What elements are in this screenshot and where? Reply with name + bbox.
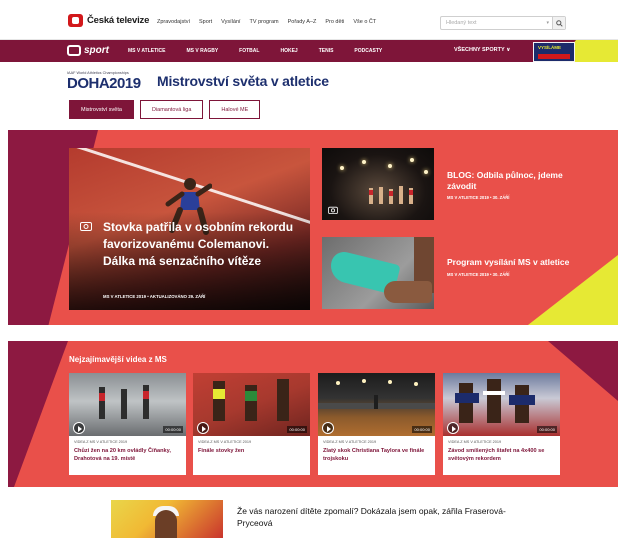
side-story-title[interactable]: BLOG: Odbila půlnoc, jdeme závodit: [447, 170, 577, 191]
video-title[interactable]: Chůzi žen na 20 km ovládly Číňanky, Drah…: [74, 447, 182, 463]
article-image[interactable]: [111, 500, 223, 538]
ct-nav-item-sport[interactable]: Sport: [199, 19, 212, 25]
camera-icon: [328, 206, 338, 214]
sport-brand-name: sport: [84, 45, 109, 56]
story-updated-label: AKTUALIZOVÁNO: [149, 294, 187, 299]
ct-sport-logo-icon: [67, 45, 81, 56]
side-story-program[interactable]: Program vysílání MS v atletice MS V ATLE…: [447, 257, 577, 277]
chevron-down-icon[interactable]: ▾: [546, 20, 549, 26]
side-story-image-program[interactable]: [322, 237, 434, 309]
sport-nav: MS V ATLETICE MS V RAGBY FOTBAL HOKEJ TE…: [128, 48, 403, 54]
sport-nav-hockey[interactable]: HOKEJ: [280, 48, 297, 54]
side-story-meta: MS V ATLETICE 2019 • 30. ZÁŘÍ: [447, 195, 510, 200]
video-duration: 00:00:00: [163, 426, 183, 433]
play-icon[interactable]: [73, 422, 85, 434]
sport-nav-rugby[interactable]: MS V RAGBY: [187, 48, 219, 54]
ct-logo-icon: [68, 14, 83, 27]
video-title[interactable]: Závod smíšených štafet na 4x400 se světo…: [448, 447, 556, 463]
ct-sport-logo[interactable]: sport: [67, 45, 109, 56]
video-category: VIDEA Z MS V ATLETICE 2019: [74, 440, 128, 444]
video-category: VIDEA Z MS V ATLETICE 2019: [198, 440, 252, 444]
play-icon[interactable]: [447, 422, 459, 434]
chevron-down-icon: ∨: [506, 47, 511, 53]
video-category: VIDEA Z MS V ATLETICE 2019: [323, 440, 377, 444]
sport-nav-podcasts[interactable]: PODCASTY: [354, 48, 382, 54]
ct-nav-item-news[interactable]: Zpravodajství: [157, 19, 190, 25]
tab-diamond-league[interactable]: Diamantová liga: [139, 100, 204, 119]
article-headline[interactable]: Že vás narození dítěte zpomalí? Dokázala…: [237, 505, 537, 529]
search-icon: [555, 19, 563, 27]
video-duration: 00:00:00: [412, 426, 432, 433]
tab-world-championships[interactable]: Mistrovství světa: [69, 100, 134, 119]
video-card[interactable]: 00:00:00 VIDEA Z MS V ATLETICE 2019 Zlat…: [318, 373, 435, 475]
search-input[interactable]: Hledaný text ▾: [440, 16, 566, 30]
video-card[interactable]: 00:00:00 VIDEA Z MS V ATLETICE 2019 Chůz…: [69, 373, 186, 475]
promo-stripe: [538, 54, 570, 59]
all-sports-menu[interactable]: VŠECHNY SPORTY ∨: [454, 47, 511, 53]
all-sports-label: VŠECHNY SPORTY: [454, 47, 505, 53]
athlete-face-image: [155, 510, 177, 538]
ct-nav-item-shows-az[interactable]: Pořady A–Z: [288, 19, 317, 25]
ct-nav-item-broadcast[interactable]: Vysílání: [221, 19, 240, 25]
search-placeholder: Hledaný text: [446, 20, 477, 26]
videos-section-title: Nejzajímavější videa z MS: [69, 355, 167, 364]
doha2019-logo[interactable]: IAAF World Athletics Championships DOHA2…: [67, 71, 143, 93]
ct-nav-item-about[interactable]: Vše o ČT: [353, 19, 376, 25]
sport-nav-athletics[interactable]: MS V ATLETICE: [128, 48, 166, 54]
video-category: VIDEA Z MS V ATLETICE 2019: [448, 440, 502, 444]
ct-brand-name: Česká televize: [87, 15, 150, 26]
video-title[interactable]: Finále stovky žen: [198, 447, 306, 455]
video-title[interactable]: Zlatý skok Christiana Taylora ve finále …: [323, 447, 431, 463]
video-card[interactable]: 00:00:00 VIDEA Z MS V ATLETICE 2019 Finá…: [193, 373, 310, 475]
sport-nav-tennis[interactable]: TENIS: [319, 48, 334, 54]
main-story-headline[interactable]: Stovka patřila v osobním rekordu favoriz…: [103, 219, 303, 270]
camera-icon: [80, 222, 92, 231]
story-category: MS V ATLETICE 2019: [103, 294, 146, 299]
page-title: Mistrovství světa v atletice: [157, 73, 329, 89]
play-icon[interactable]: [197, 422, 209, 434]
side-story-title[interactable]: Program vysílání MS v atletice: [447, 257, 577, 268]
side-story-blog[interactable]: BLOG: Odbila půlnoc, jdeme závodit MS V …: [447, 170, 577, 200]
athlete-foot-image: [384, 281, 432, 303]
story-date: 29. ZÁŘÍ: [188, 294, 206, 299]
sport-nav-bar: sport MS V ATLETICE MS V RAGBY FOTBAL HO…: [0, 40, 618, 62]
ct-nav-item-kids[interactable]: Pro děti: [325, 19, 344, 25]
ct-top-bar: Česká televize Zpravodajství Sport Vysíl…: [0, 0, 618, 40]
ct-nav: Zpravodajství Sport Vysílání TV program …: [157, 19, 385, 25]
side-story-meta: MS V ATLETICE 2019 • 30. ZÁŘÍ: [447, 271, 510, 277]
runners-image: [369, 186, 413, 204]
video-duration: 00:00:00: [287, 426, 307, 433]
section-tabs: Mistrovství světa Diamantová liga Halové…: [69, 100, 266, 119]
side-story-image-blog[interactable]: [322, 148, 434, 220]
ct-nav-item-tv-program[interactable]: TV program: [250, 19, 279, 25]
live-broadcast-promo[interactable]: VYSÍLÁME: [533, 42, 575, 62]
main-story-card[interactable]: Stovka patřila v osobním rekordu favoriz…: [69, 148, 310, 310]
main-story-meta: MS V ATLETICE 2019 • AKTUALIZOVÁNO 29. Z…: [103, 294, 205, 299]
maroon-decoration: [8, 341, 68, 487]
tab-indoor-european[interactable]: Halové ME: [209, 100, 261, 119]
promo-label: VYSÍLÁME: [538, 45, 562, 50]
ct-logo[interactable]: Česká televize: [68, 14, 149, 27]
doha-logo-text: DOHA2019: [67, 75, 141, 92]
play-icon[interactable]: [322, 422, 334, 434]
video-duration: 00:00:00: [537, 426, 557, 433]
video-card[interactable]: 00:00:00 VIDEA Z MS V ATLETICE 2019 Závo…: [443, 373, 560, 475]
sport-nav-football[interactable]: FOTBAL: [239, 48, 259, 54]
search-button[interactable]: [552, 17, 565, 29]
